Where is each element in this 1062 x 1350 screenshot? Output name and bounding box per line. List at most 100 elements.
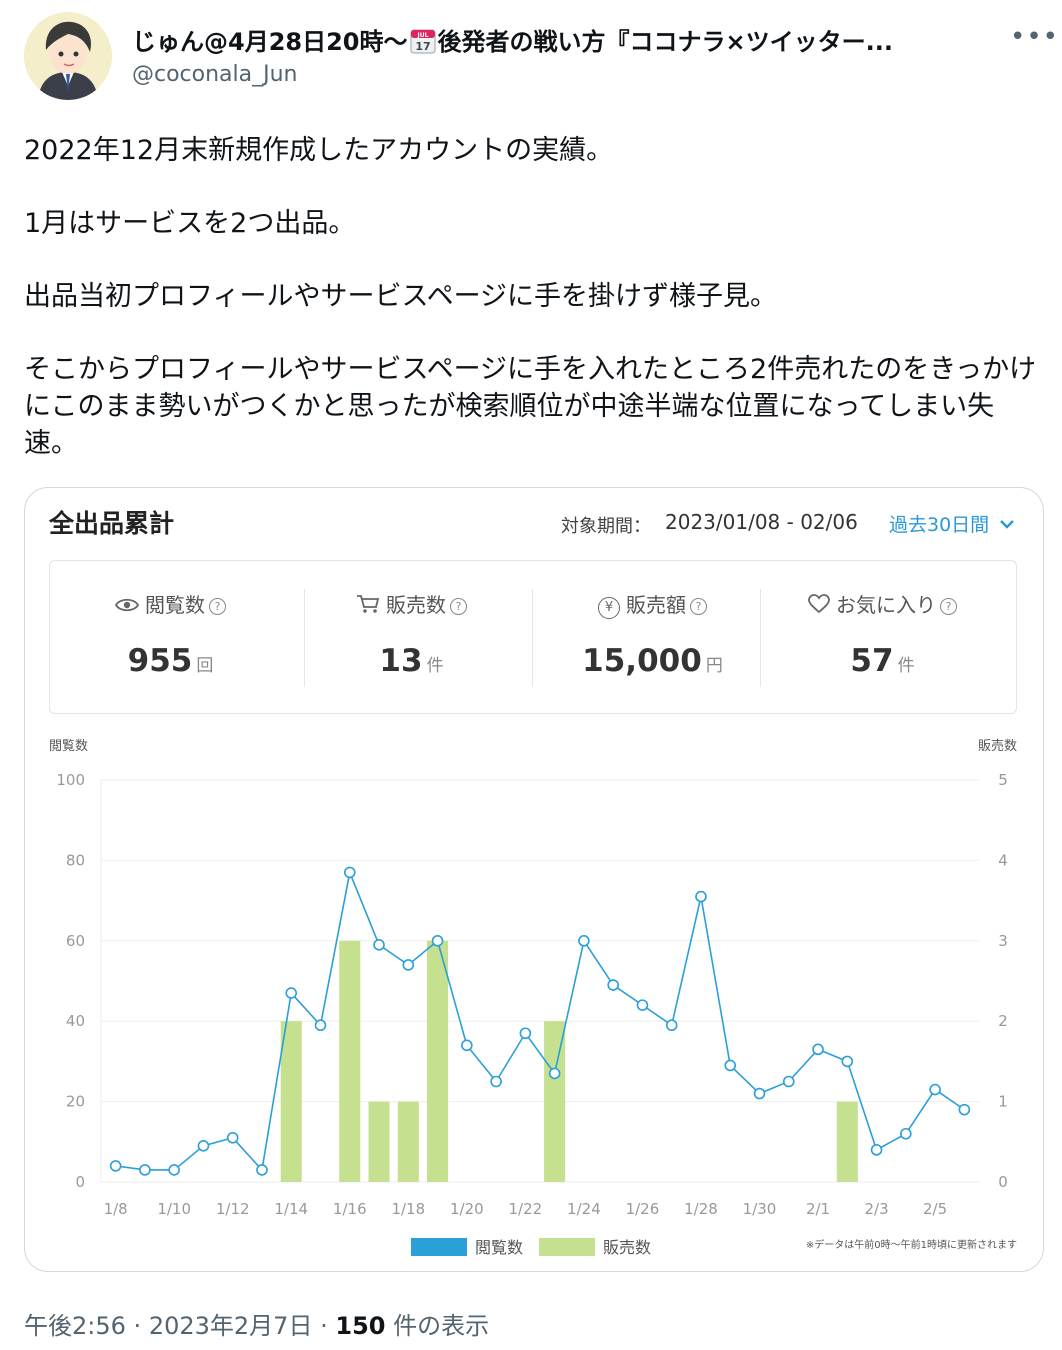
stat-label: お気に入り? [762, 589, 1003, 618]
left-axis-title: 閲覧数 [49, 738, 88, 754]
separator: · [320, 1312, 328, 1340]
tweet-paragraph: 出品当初プロフィールやサービスページに手を掛けず様子見。 [24, 281, 778, 312]
legend-swatch-views [411, 1238, 467, 1256]
y-tick-left: 20 [66, 1093, 85, 1111]
stat-value-number: 955 [127, 643, 193, 679]
stat-value: 955 回 [50, 643, 291, 679]
view-count: 150 [335, 1312, 386, 1340]
display-name[interactable]: じゅん@4月28日20時〜 JUL 17 後発者の戦い方『ココナラ×ツイッター... [132, 22, 982, 57]
views-point [256, 1164, 268, 1176]
views-point [343, 866, 356, 879]
views-point [695, 890, 707, 903]
stat-sales-count: 販売数? 13 件 [291, 561, 532, 713]
x-tick-label: 1/20 [450, 1200, 484, 1218]
views-point [168, 1164, 180, 1176]
card-title: 全出品累計 [49, 509, 175, 538]
stat-value-number: 15,000 [582, 643, 702, 679]
views-point [109, 1160, 122, 1172]
stat-views: 閲覧数? 955 回 [50, 561, 291, 713]
stat-label-text: 閲覧数 [145, 593, 205, 617]
views-point [314, 1019, 327, 1032]
tweet-timestamp[interactable]: 午後2:56 · 2023年2月7日 · 150 件の表示 [24, 1306, 489, 1341]
y-tick-right: 4 [998, 851, 1008, 869]
views-point [519, 1027, 532, 1040]
eye-icon [114, 598, 140, 612]
views-point [285, 987, 298, 999]
avatar[interactable] [24, 12, 112, 100]
display-name-part: じゅん@4月28日20時〜 [132, 28, 408, 56]
calendar-icon: JUL 17 [410, 28, 436, 54]
help-icon[interactable]: ? [940, 598, 957, 615]
y-tick-right: 5 [998, 771, 1008, 789]
x-tick-label: 2/3 [864, 1200, 888, 1218]
views-point [139, 1164, 151, 1176]
views-point [490, 1075, 502, 1088]
views-point [753, 1087, 766, 1100]
stat-value-number: 57 [850, 643, 894, 679]
x-tick-label: 1/8 [104, 1200, 128, 1218]
sales-bar [280, 1021, 302, 1182]
stat-favorites: お気に入り? 57 件 [762, 561, 1003, 713]
stat-divider [760, 589, 761, 687]
cart-icon [357, 595, 380, 613]
stat-label: 閲覧数? [50, 589, 291, 618]
chart-note: ※データは午前0時〜午前1時頃に更新されます [806, 1238, 1017, 1251]
y-tick-left: 0 [75, 1173, 85, 1191]
calendar-day: 17 [415, 40, 430, 53]
x-tick-label: 1/30 [743, 1200, 777, 1218]
help-icon[interactable]: ? [209, 598, 226, 615]
views-point [841, 1055, 854, 1068]
views-point [782, 1075, 795, 1088]
x-tick-label: 1/22 [509, 1200, 543, 1218]
views-point [197, 1140, 210, 1152]
views-point [226, 1131, 239, 1144]
help-icon[interactable]: ? [450, 598, 467, 615]
separator: · [133, 1312, 142, 1340]
stat-value: 13 件 [291, 643, 532, 679]
y-tick-right: 3 [998, 932, 1008, 950]
tweet-header: じゅん@4月28日20時〜 JUL 17 後発者の戦い方『ココナラ×ツイッター... … [0, 0, 1062, 110]
stat-unit: 件 [426, 656, 444, 676]
views-point [900, 1127, 912, 1140]
stat-unit: 回 [196, 656, 214, 676]
y-tick-left: 100 [56, 771, 85, 789]
tweet-date: 2023年2月7日 [148, 1312, 313, 1340]
views-point [607, 979, 619, 991]
view-count-label: 件の表示 [393, 1312, 490, 1340]
attached-image[interactable]: 全出品累計 対象期間： 2023/01/08 - 02/06 過去30日間 閲覧… [24, 487, 1044, 1272]
views-point [665, 1019, 678, 1032]
y-tick-right: 2 [998, 1012, 1008, 1030]
stat-value: 57 件 [762, 643, 1003, 679]
user-handle[interactable]: @coconala_Jun [132, 62, 298, 87]
sales-bar [368, 1101, 390, 1182]
period-select[interactable]: 過去30日間 [889, 510, 1015, 537]
views-point [636, 999, 649, 1011]
help-icon[interactable]: ? [690, 598, 707, 615]
legend-swatch-sales [539, 1238, 595, 1256]
views-point [724, 1059, 737, 1072]
tweet-paragraph: 1月はサービスを2つ出品。 [24, 208, 356, 239]
views-point [461, 1039, 473, 1052]
period-label: 対象期間： [561, 516, 651, 537]
views-point [373, 939, 385, 951]
views-point [548, 1067, 561, 1080]
views-point [402, 959, 415, 971]
x-tick-label: 1/14 [274, 1200, 308, 1218]
y-tick-left: 40 [66, 1012, 85, 1030]
x-tick-label: 1/12 [216, 1200, 250, 1218]
y-tick-right: 1 [998, 1093, 1008, 1111]
more-options-icon[interactable]: ••• [1010, 22, 1059, 52]
stat-label: ¥ 販売額? [532, 589, 773, 619]
sales-bar [544, 1021, 566, 1182]
views-sales-chart: 閲覧数 販売数0204060801000123451/8 1/10 1/12 1/14 1… [49, 738, 1017, 1257]
stat-value-number: 13 [379, 643, 423, 679]
stat-label-text: お気に入り [836, 593, 936, 617]
y-tick-right: 0 [998, 1173, 1008, 1191]
y-tick-left: 60 [66, 932, 85, 950]
x-tick-label: 1/10 [157, 1200, 191, 1218]
period-value: 2023/01/08 - 02/06 [665, 510, 858, 534]
views-point [870, 1144, 883, 1156]
tweet-time: 午後2:56 [24, 1312, 126, 1340]
legend-label-sales: 販売数 [603, 1238, 651, 1257]
sales-bar [427, 940, 449, 1182]
